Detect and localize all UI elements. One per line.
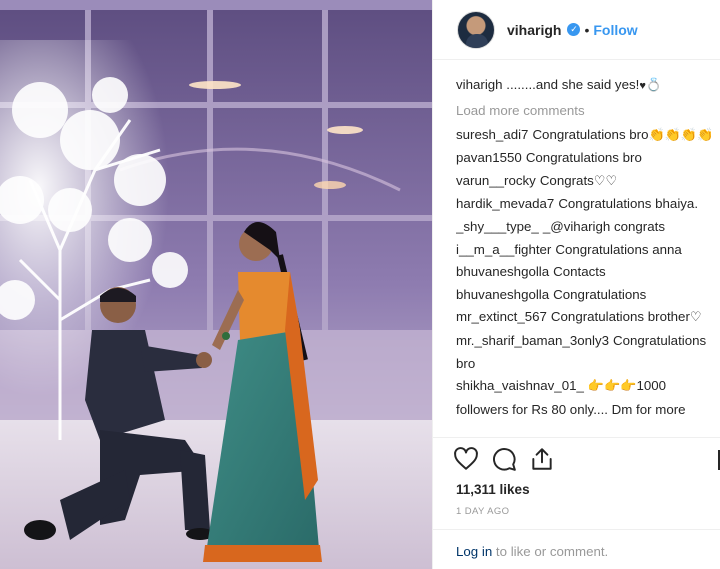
comment-item: mr_extinct_567 Congratulations brother♡: [456, 306, 714, 330]
comment-text: Congratulations anna: [555, 241, 682, 257]
comments-list[interactable]: viharigh ........and she said yes!♥💍 Loa…: [456, 74, 714, 437]
pointing-hand-emoji-icon: 👉👉👉: [587, 379, 637, 395]
comment-username[interactable]: varun__rocky: [456, 173, 536, 188]
caption-text: ........and she said yes!: [506, 77, 640, 92]
comment-item: varun__rocky Congrats♡♡: [456, 170, 714, 194]
load-more-comments-button[interactable]: Load more comments: [456, 99, 714, 123]
comment-username[interactable]: hardik_mevada7: [456, 196, 554, 211]
comment-item: i__m_a__fighter Congratulations anna: [456, 239, 714, 262]
comment-username[interactable]: i__m_a__fighter: [456, 242, 551, 257]
comment-text: Congrats: [539, 172, 594, 188]
post-timestamp: 1 DAY AGO: [456, 506, 510, 517]
proposal-photo-illustration: [0, 0, 432, 569]
avatar[interactable]: [457, 10, 495, 49]
comment-username[interactable]: shikha_vaishnav_01_: [456, 378, 584, 393]
comment-username[interactable]: _shy___type_: [456, 219, 539, 234]
comment-item: bhuvaneshgolla Contacts: [456, 261, 714, 284]
comment-item: bhuvaneshgolla Congratulations: [456, 284, 714, 307]
comment-item: suresh_adi7 Congratulations bro👏👏👏👏: [456, 124, 714, 148]
post-side-panel: viharigh ✓ • Follow viharigh ........and…: [432, 0, 720, 569]
comment-text: _@viharigh congrats: [542, 218, 665, 234]
comment-text: Congratulations bhaiya.: [558, 196, 699, 212]
comment-username[interactable]: mr._sharif_baman_3only3: [456, 333, 609, 348]
comment-text: Congratulations brother: [550, 309, 690, 325]
follow-button[interactable]: Follow: [593, 22, 637, 38]
comment-item: shikha_vaishnav_01_ 👉👉👉1000 followers for…: [456, 375, 714, 421]
comment-text: Congratulations bro: [525, 150, 642, 166]
action-bar: [453, 446, 555, 472]
comment-username[interactable]: suresh_adi7: [456, 127, 528, 142]
login-prompt-text: to like or comment.: [492, 544, 609, 559]
share-icon[interactable]: [529, 446, 555, 472]
caption: viharigh ........and she said yes!♥💍: [456, 74, 714, 98]
header-username[interactable]: viharigh: [507, 22, 561, 38]
comment-username[interactable]: bhuvaneshgolla: [456, 264, 549, 279]
comment-username[interactable]: bhuvaneshgolla: [456, 287, 549, 302]
comment-text: Contacts: [553, 264, 606, 280]
heart-icon[interactable]: [453, 446, 479, 472]
comment-item: pavan1550 Congratulations bro: [456, 147, 714, 170]
comment-text: Congratulations: [553, 286, 647, 302]
login-prompt: Log in to like or comment.: [456, 544, 608, 559]
divider: [433, 437, 720, 438]
verified-badge-icon: ✓: [567, 23, 581, 36]
comment-item: _shy___type_ _@viharigh congrats: [456, 216, 714, 239]
post-header: viharigh ✓ • Follow: [433, 0, 720, 60]
heart-emoji-icon: ♡♡: [593, 173, 618, 189]
divider: [433, 529, 720, 530]
comment-item: mr._sharif_baman_3only3 Congratulations b…: [456, 330, 714, 375]
header-separator: •: [584, 21, 590, 38]
post-photo[interactable]: [0, 0, 432, 569]
comment-icon[interactable]: [491, 446, 517, 472]
comment-item: hardik_mevada7 Congratulations bhaiya.: [456, 193, 714, 216]
heart-emoji-icon: ♡: [689, 310, 702, 326]
comment-username[interactable]: mr_extinct_567: [456, 309, 547, 324]
clapping-hands-emoji-icon: 👏👏👏👏: [648, 127, 714, 143]
ring-emoji-icon: 💍: [645, 78, 663, 93]
comment-entries: suresh_adi7 Congratulations bro👏👏👏👏 pavan1…: [456, 124, 714, 422]
comment-username[interactable]: pavan1550: [456, 150, 522, 165]
likes-count[interactable]: 11,311 likes: [456, 482, 530, 497]
comment-text: Congratulations bro: [532, 126, 649, 142]
login-link[interactable]: Log in: [456, 544, 492, 559]
caption-username[interactable]: viharigh: [456, 77, 503, 92]
